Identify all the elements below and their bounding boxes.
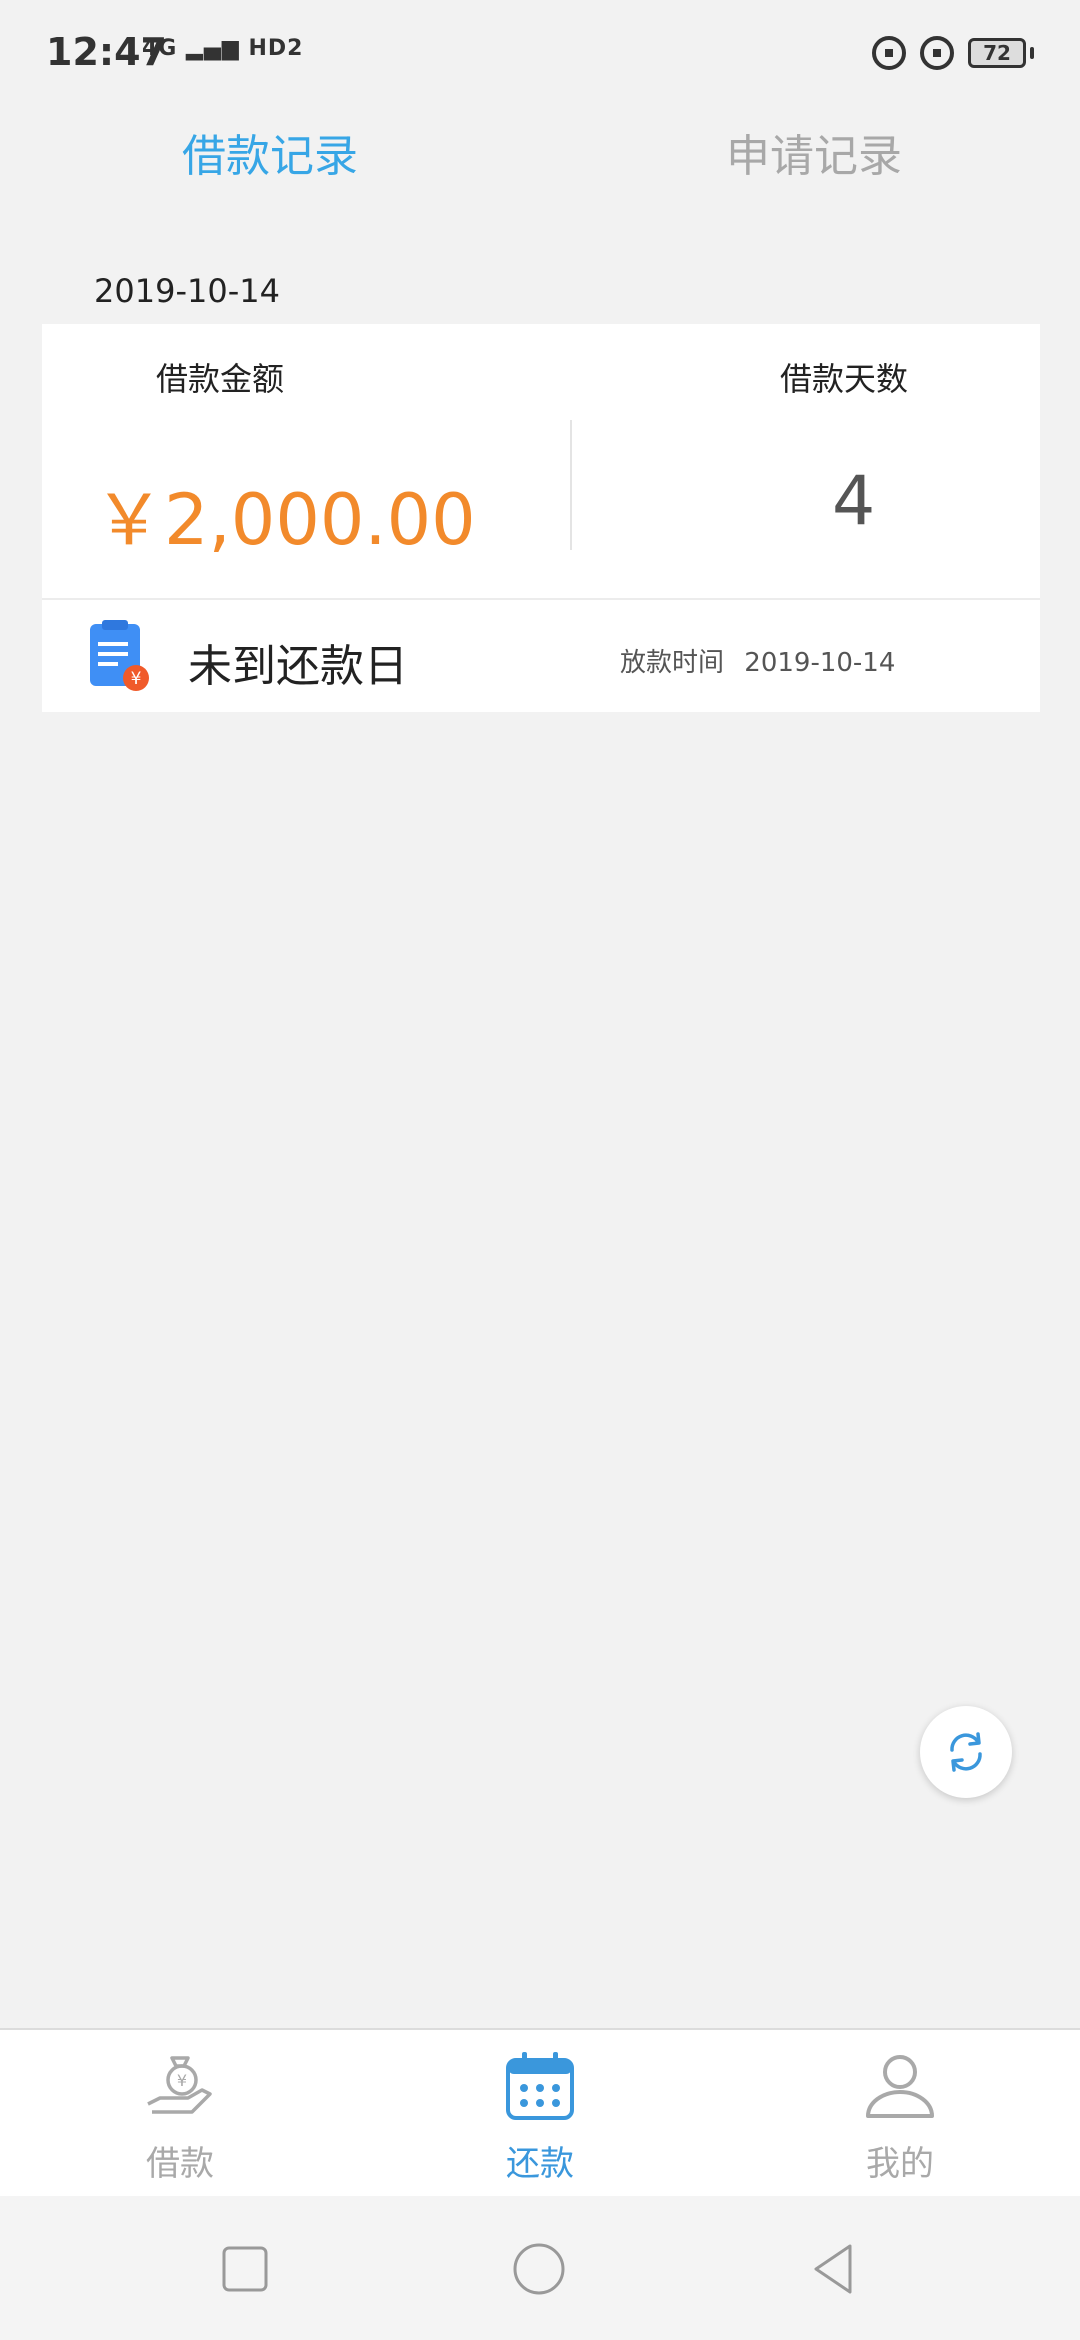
- home-icon[interactable]: [512, 2242, 566, 2296]
- loan-record-card[interactable]: 借款金额 借款天数 ￥2,000.00 4 ¥ 未到还款日 放款时间 2019-…: [42, 324, 1040, 712]
- tab-application-records[interactable]: 申请记录: [726, 120, 902, 184]
- release-time-label: 放款时间: [620, 648, 725, 678]
- refresh-icon: [950, 1732, 982, 1772]
- refresh-button[interactable]: [920, 1706, 1012, 1798]
- loan-amount: ￥2,000.00: [94, 479, 476, 561]
- screen: 12:47 4G ▂▄▆ HD2 72 借款记录 申请记录 2019-10-14…: [0, 0, 1080, 2340]
- recent-apps-icon[interactable]: [218, 2242, 272, 2296]
- release-time: 放款时间 2019-10-14: [620, 642, 895, 679]
- signal-bars-icon: ▂▄▆: [186, 36, 240, 61]
- loan-bag-icon: ¥: [147, 2056, 212, 2114]
- amount-label: 借款金额: [156, 360, 285, 398]
- status-bar: 12:47 4G ▂▄▆ HD2 72: [0, 0, 1080, 100]
- bottom-navigation: ¥ 借款 还款 我的: [0, 2028, 1080, 2196]
- hd-indicator: HD2: [248, 36, 304, 61]
- nav-label-repay: 还款: [506, 2144, 574, 2184]
- repayment-status-row: ¥ 未到还款日 放款时间 2019-10-14: [42, 600, 1040, 712]
- card-divider: [570, 420, 572, 550]
- status-icons: 72: [872, 36, 1034, 70]
- svg-text:¥: ¥: [131, 669, 142, 689]
- nav-label-loan: 借款: [146, 2144, 214, 2184]
- battery-tip: [1030, 47, 1034, 59]
- release-time-value: 2019-10-14: [744, 648, 896, 678]
- signal-indicator: 4G ▂▄▆ HD2: [142, 36, 303, 61]
- repayment-document-icon: ¥: [90, 620, 149, 691]
- nav-item-loan[interactable]: ¥ 借款: [0, 2030, 360, 2198]
- calendar-icon: [506, 2052, 574, 2120]
- system-navigation-bar: [0, 2196, 1080, 2340]
- rotation-lock-icon: [872, 36, 906, 70]
- back-icon[interactable]: [806, 2242, 860, 2296]
- tab-loan-records[interactable]: 借款记录: [182, 120, 358, 184]
- svg-text:¥: ¥: [177, 2071, 187, 2090]
- record-tabs: 借款记录 申请记录: [0, 110, 1080, 210]
- loan-days: 4: [832, 462, 876, 541]
- battery-level: 72: [983, 41, 1011, 65]
- repayment-status: 未到还款日: [188, 641, 408, 692]
- person-icon: [866, 2055, 934, 2118]
- alarm-icon: [920, 36, 954, 70]
- nav-item-repay[interactable]: 还款: [360, 2030, 720, 2198]
- record-date: 2019-10-14: [94, 272, 280, 310]
- network-type: 4G: [142, 36, 178, 61]
- days-label: 借款天数: [780, 360, 909, 398]
- battery-icon: 72: [968, 38, 1026, 68]
- nav-label-mine: 我的: [866, 2144, 934, 2184]
- nav-item-mine[interactable]: 我的: [720, 2030, 1080, 2198]
